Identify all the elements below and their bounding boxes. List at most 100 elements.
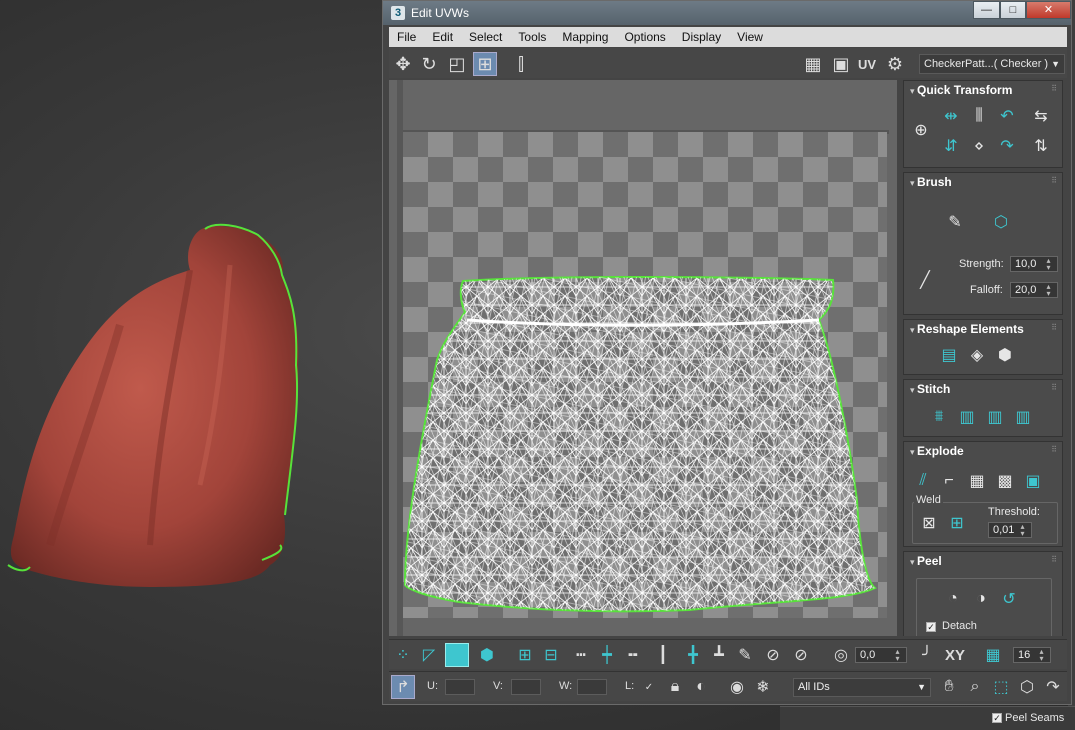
brush-title[interactable]: Brush [910,175,952,189]
peel-mode-icon[interactable]: ◑ [968,586,994,612]
shrink-selection-icon[interactable]: ⊟ [539,643,563,667]
stitch-title[interactable]: Stitch [910,382,950,396]
weld-selected-icon[interactable]: ⊠ [916,510,942,536]
detach-edge-icon[interactable]: ⌐ [936,468,962,494]
edge-sel-icon[interactable]: ┻ [707,643,731,667]
options-arrow-icon[interactable]: ↷ [1041,675,1065,699]
scale-icon[interactable]: ◰ [445,52,469,76]
rotate-icon[interactable]: ↻ [417,52,441,76]
lock-icon[interactable]: 🔒︎ [663,675,687,699]
lock-checkbox-icon[interactable]: ✓ [637,675,661,699]
move-icon[interactable]: ✥ [391,52,415,76]
menu-options[interactable]: Options [616,30,673,44]
break-icon[interactable]: ⫽ [910,468,936,494]
align-vertical-icon[interactable]: ⇵ [938,133,964,159]
paint-move-icon[interactable]: ✎ [942,209,968,235]
soft-select-falloff-icon[interactable]: ⊘ [789,643,813,667]
freeze-icon[interactable]: ❄ [751,675,775,699]
material-id-dropdown[interactable]: All IDs ▼ [793,678,931,697]
reset-peel-icon[interactable]: ↺ [996,586,1022,612]
menu-select[interactable]: Select [461,30,510,44]
soft-select-icon[interactable]: ⊘ [761,643,785,667]
grow-selection-icon[interactable]: ⊞ [513,643,537,667]
quick-transform-title[interactable]: Quick Transform [910,83,1012,97]
texture-dropdown[interactable]: CheckerPatt...( Checker ) ▼ [919,54,1065,74]
rotate-cw-icon[interactable]: ↷ [994,133,1020,159]
menu-view[interactable]: View [729,30,771,44]
loop-icon[interactable]: ┅ [569,643,593,667]
grid-snap-icon[interactable]: ▦ [981,643,1005,667]
show-hidden-icon[interactable]: ◐ [689,675,713,699]
pivot-icon[interactable]: ⊕ [908,117,934,143]
straighten-icon[interactable]: ▤ [936,342,962,368]
menu-display[interactable]: Display [674,30,729,44]
align-horizontal-icon[interactable]: ⇹ [938,103,964,129]
peel-title[interactable]: Peel [910,554,942,568]
ring-icon[interactable]: ╍ [621,643,645,667]
w-field[interactable] [577,679,607,695]
edge-mode-icon[interactable]: ◸ [417,643,441,667]
element-mode-icon[interactable]: ⬢ [475,643,499,667]
relax-by-polygon-icon[interactable]: ⬢ [992,342,1018,368]
edit-uvws-window[interactable]: 3 Edit UVWs — □ ✕ File Edit Select Tools… [382,0,1072,705]
u-field[interactable] [445,679,475,695]
grid-spinner[interactable]: 16 [1013,647,1051,663]
menu-edit[interactable]: Edit [424,30,461,44]
options-icon[interactable]: ⚙ [883,52,907,76]
rotate-ccw-icon[interactable]: ↶ [994,103,1020,129]
loop-grow-icon[interactable]: ┿ [595,643,619,667]
uv-editor-canvas[interactable] [389,80,897,636]
uv-channel-label[interactable]: UV [855,52,879,76]
uv-canvas-svg[interactable] [389,80,897,636]
absolute-offset-icon[interactable]: ↱ [391,675,415,699]
pan-icon[interactable]: ✋︎ [937,675,961,699]
close-button[interactable]: ✕ [1026,1,1071,19]
stitch-custom-icon[interactable]: ⩩ [926,404,952,430]
strength-spinner[interactable]: 10,0 [1010,256,1058,272]
weld-target-icon[interactable]: ⊞ [944,510,970,536]
polygon-mode-icon[interactable] [445,643,469,667]
falloff-spinner[interactable]: 20,0 [1010,282,1058,298]
reshape-elements-title[interactable]: Reshape Elements [910,322,1024,336]
detach-check-icon[interactable]: ✓ [926,622,936,632]
flip-vertical-icon[interactable]: ⇅ [1028,133,1054,159]
mirror-icon[interactable]: ⫿ [509,52,533,76]
xy-plane-button[interactable]: XY [943,643,967,667]
explode-by-smoothing-icon[interactable]: ▩ [992,468,1018,494]
checker-pattern-icon[interactable]: ▦ [801,52,825,76]
relax-icon[interactable]: ◈ [964,342,990,368]
stitch-average-icon[interactable]: ▥ [982,404,1008,430]
ring-grow-icon[interactable]: ┃ [651,643,675,667]
zoom-region-icon[interactable]: ⬚ [989,675,1013,699]
linear-align-icon[interactable]: ⋄ [966,133,992,159]
menu-mapping[interactable]: Mapping [554,30,616,44]
v-field[interactable] [511,679,541,695]
zoom-icon[interactable]: ⌕ [963,675,987,699]
menu-tools[interactable]: Tools [510,30,554,44]
point-to-point-icon[interactable]: ╋ [681,643,705,667]
flip-horizontal-icon[interactable]: ⇆ [1028,103,1054,129]
peel-seams-checkbox[interactable]: ✓ Peel Seams [992,712,1064,724]
angle-snap-icon[interactable]: ◎ [829,643,853,667]
vertex-mode-icon[interactable]: ⁘ [391,643,415,667]
title-bar[interactable]: 3 Edit UVWs — □ ✕ [383,1,1071,25]
menu-file[interactable]: File [389,30,424,44]
freeform-icon[interactable]: ⊞ [473,52,497,76]
explode-title[interactable]: Explode [910,444,964,458]
brush-falloff-icon[interactable]: ╱ [912,267,938,293]
relax-brush-icon[interactable]: ⬡ [988,209,1014,235]
explode-to-elements-icon[interactable]: ▣ [1020,468,1046,494]
falloff-curve-icon[interactable]: ╯ [915,643,939,667]
stitch-source-icon[interactable]: ▥ [954,404,980,430]
zoom-extents-icon[interactable]: ⬡ [1015,675,1039,699]
threshold-spinner[interactable]: 0,01 [988,522,1032,538]
maximize-button[interactable]: □ [1000,1,1026,19]
hide-icon[interactable]: ◉ [725,675,749,699]
space-vertical-icon[interactable]: ⫼ [966,103,992,129]
minimize-button[interactable]: — [973,1,1000,19]
angle-spinner[interactable]: 0,0 [855,647,907,663]
quick-peel-icon[interactable]: ◔ [940,586,966,612]
paint-select-icon[interactable]: ✎ [733,643,757,667]
stitch-target-icon[interactable]: ▥ [1010,404,1036,430]
flatten-icon[interactable]: ▦ [964,468,990,494]
